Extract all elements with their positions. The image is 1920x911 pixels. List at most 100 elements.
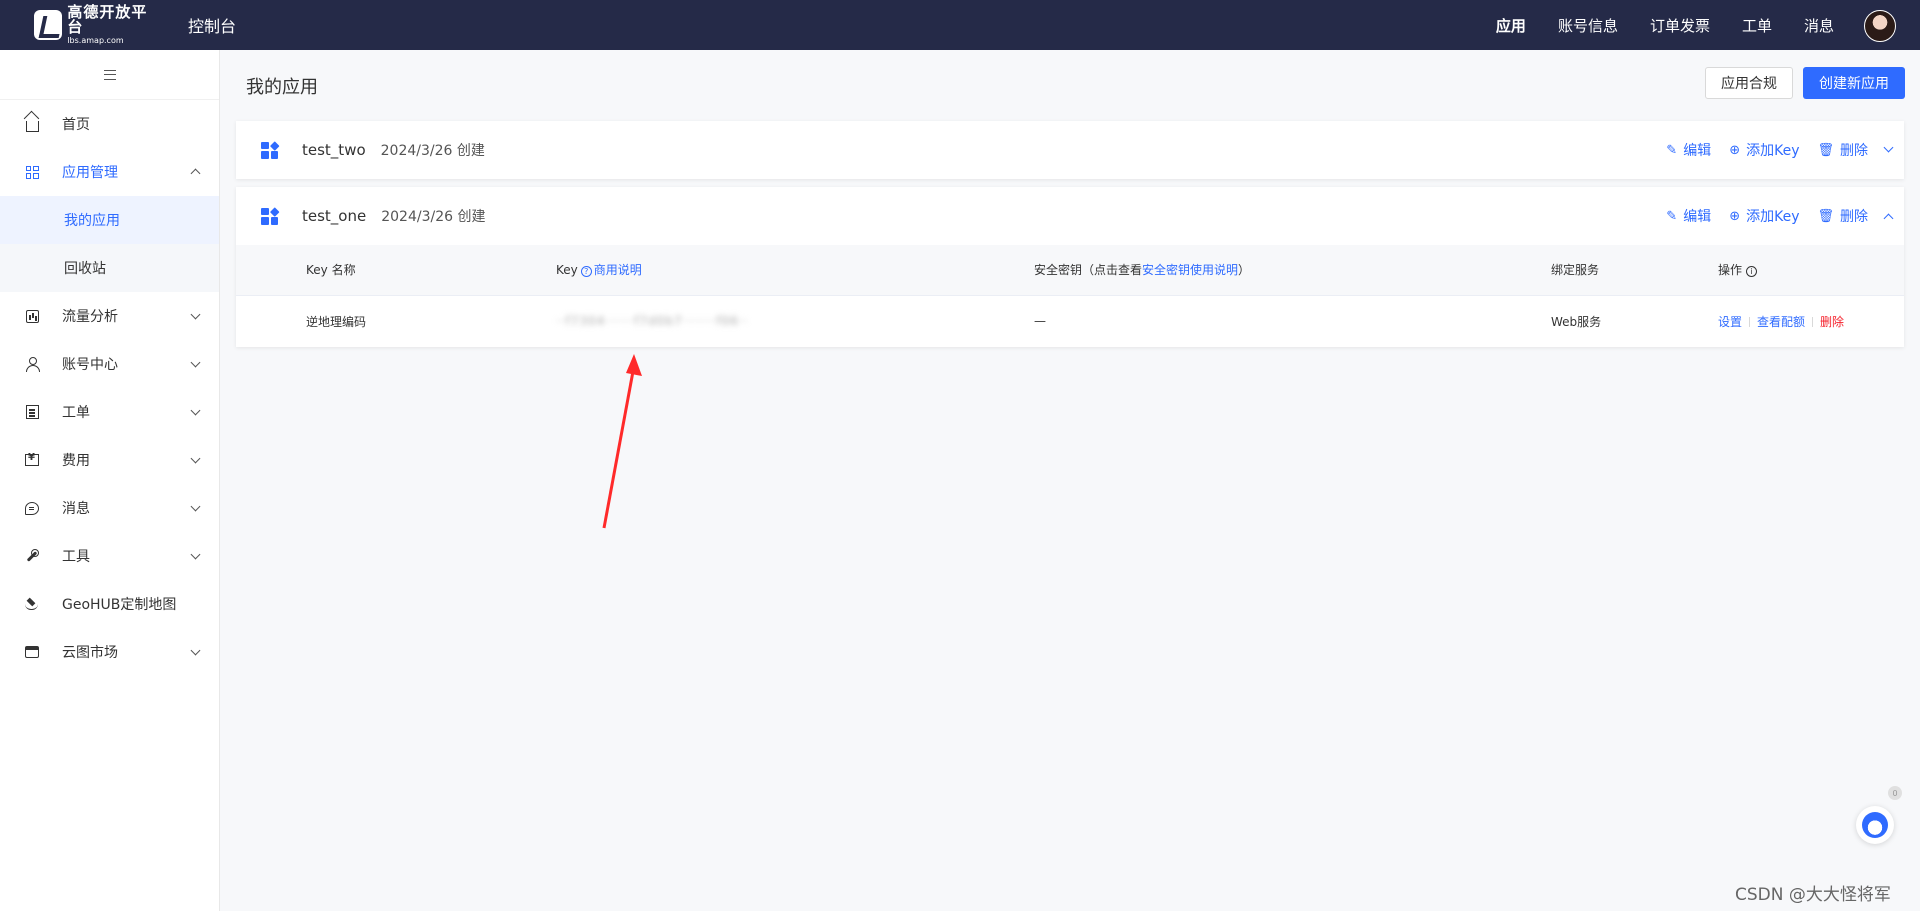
- trash-icon: 🗑: [1817, 208, 1834, 224]
- th-key-label: Key: [556, 263, 578, 278]
- sidebar-item-label: 流量分析: [62, 309, 118, 325]
- top-nav-messages[interactable]: 消息: [1804, 15, 1834, 36]
- sidebar-subitem-my-apps[interactable]: 我的应用: [0, 196, 219, 244]
- sidebar-item-label: 应用管理: [62, 165, 118, 181]
- chevron-down-icon: [190, 549, 201, 560]
- arrow-head: [626, 354, 642, 376]
- app-actions: ✎ 编辑 ⊕ 添加Key 🗑 删除: [1648, 187, 1868, 245]
- user-avatar[interactable]: [1864, 10, 1896, 42]
- create-app-button[interactable]: 创建新应用: [1803, 67, 1905, 99]
- sidebar-item-messages[interactable]: 消息: [0, 484, 219, 532]
- settings-link[interactable]: 设置: [1718, 315, 1742, 329]
- sidebar-item-fees[interactable]: 费用: [0, 436, 219, 484]
- info-icon[interactable]: i: [1746, 266, 1758, 278]
- sidebar-item-label: GeoHUB定制地图: [62, 597, 177, 613]
- edit-app-button[interactable]: ✎ 编辑: [1666, 140, 1711, 160]
- sidebar-item-label: 账号中心: [62, 357, 118, 373]
- app-icon: [261, 140, 279, 159]
- app-name: test_one: [302, 207, 367, 225]
- sidebar-item-app-management[interactable]: 应用管理: [0, 148, 219, 196]
- th-secret-suffix: ）: [1238, 263, 1251, 278]
- add-key-label: 添加Key: [1746, 209, 1800, 225]
- app-card-header[interactable]: test_one 2024/3/26 创建 ✎ 编辑 ⊕ 添加Key 🗑 删除: [236, 187, 1904, 245]
- edit-icon: ✎: [1666, 142, 1678, 158]
- plus-circle-icon: ⊕: [1729, 142, 1741, 158]
- sidebar-item-traffic-analysis[interactable]: 流量分析: [0, 292, 219, 340]
- top-navigation-bar: 高德开放平台 lbs.amap.com 控制台 应用 账号信息 订单发票 工单 …: [0, 0, 1920, 50]
- amap-logo[interactable]: 高德开放平台 lbs.amap.com: [34, 3, 158, 45]
- commercial-terms-link[interactable]: 商用说明: [594, 263, 642, 277]
- sidebar-item-label: 首页: [62, 117, 90, 133]
- assistant-bot-button[interactable]: [1856, 806, 1894, 844]
- amap-logo-icon: [34, 10, 63, 40]
- console-title[interactable]: 控制台: [188, 13, 236, 37]
- sidebar-item-geohub[interactable]: GeoHUB定制地图: [0, 580, 219, 628]
- logo-url: lbs.amap.com: [67, 36, 124, 45]
- delete-label: 删除: [1840, 209, 1868, 225]
- delete-key-link[interactable]: 删除: [1820, 315, 1844, 329]
- assistant-badge: 0: [1888, 786, 1902, 800]
- edit-app-button[interactable]: ✎ 编辑: [1666, 206, 1711, 226]
- top-nav-tickets[interactable]: 工单: [1742, 15, 1772, 36]
- chevron-down-icon: [190, 501, 201, 512]
- top-nav-orders-invoices[interactable]: 订单发票: [1650, 15, 1710, 36]
- th-operations: 操作 i: [1718, 245, 1904, 296]
- sidebar-item-home[interactable]: 首页: [0, 100, 219, 148]
- sidebar-item-tickets[interactable]: 工单: [0, 388, 219, 436]
- sidebar-collapse-button[interactable]: [0, 50, 219, 100]
- tool-icon: [25, 549, 39, 563]
- app-icon: [261, 206, 279, 225]
- key-table: Key 名称 Key? 商用说明 安全密钥（点击查看安全密钥使用说明） 绑定服务 …: [236, 245, 1904, 347]
- sidebar-item-label: 消息: [62, 501, 90, 517]
- top-nav-apps[interactable]: 应用: [1496, 15, 1526, 36]
- divider: [1812, 317, 1814, 328]
- th-ops-label: 操作: [1718, 263, 1743, 278]
- security-secret-guide-link[interactable]: 安全密钥使用说明: [1142, 263, 1238, 277]
- edit-icon: ✎: [1666, 208, 1678, 224]
- sidebar-item-label: 云图市场: [62, 645, 118, 661]
- sidebar-subitem-recycle-bin[interactable]: 回收站: [0, 244, 219, 292]
- cell-key-value[interactable]: ··f7304······f7d0b7·······f06··: [556, 314, 748, 328]
- chevron-down-icon: [190, 453, 201, 464]
- sidebar-item-account-center[interactable]: 账号中心: [0, 340, 219, 388]
- user-icon: [25, 357, 40, 372]
- expand-chevron-down-icon[interactable]: [1883, 142, 1894, 153]
- collapse-chevron-up-icon[interactable]: [1883, 213, 1894, 224]
- chevron-down-icon: [190, 645, 201, 656]
- delete-app-button[interactable]: 🗑 删除: [1817, 140, 1868, 160]
- fee-icon: [25, 452, 39, 466]
- sidebar-item-tools[interactable]: 工具: [0, 532, 219, 580]
- app-card-header[interactable]: test_two 2024/3/26 创建 ✎ 编辑 ⊕ 添加Key 🗑 删除: [236, 121, 1904, 179]
- logo-text: 高德开放平台: [67, 3, 148, 36]
- th-key-name: Key 名称: [236, 245, 556, 296]
- chevron-down-icon: [190, 309, 201, 320]
- layers-icon: [25, 598, 39, 610]
- th-key: Key? 商用说明: [556, 245, 1034, 296]
- th-secret-label: 安全密钥（点击查看: [1034, 263, 1143, 278]
- store-icon: [25, 646, 39, 658]
- main-content: 我的应用 应用合规 创建新应用 test_two 2024/3/26 创建 ✎ 编…: [221, 50, 1920, 911]
- sidebar-item-cloud-market[interactable]: 云图市场: [0, 628, 219, 676]
- arrow-shaft: [602, 365, 636, 529]
- message-icon: [25, 501, 39, 515]
- view-quota-link[interactable]: 查看配额: [1757, 315, 1805, 329]
- app-card-test-one: test_one 2024/3/26 创建 ✎ 编辑 ⊕ 添加Key 🗑 删除 Key…: [236, 187, 1904, 347]
- th-bound-service: 绑定服务: [1551, 245, 1718, 296]
- page-title: 我的应用: [246, 77, 318, 98]
- app-created-date: 2024/3/26 创建: [380, 143, 485, 159]
- delete-app-button[interactable]: 🗑 删除: [1817, 206, 1868, 226]
- cell-bound-service: Web服务: [1551, 314, 1602, 329]
- add-key-button[interactable]: ⊕ 添加Key: [1729, 206, 1799, 226]
- table-row: 逆地理编码 ··f7304······f7d0b7·······f06·· — …: [236, 295, 1904, 347]
- chevron-up-icon: [190, 168, 201, 179]
- app-compliance-button[interactable]: 应用合规: [1705, 67, 1793, 99]
- trash-icon: 🗑: [1817, 142, 1834, 158]
- add-key-button[interactable]: ⊕ 添加Key: [1729, 140, 1799, 160]
- ticket-icon: [25, 405, 39, 419]
- chart-icon: [25, 309, 39, 323]
- sidebar-item-label: 费用: [62, 453, 90, 469]
- top-nav-account-info[interactable]: 账号信息: [1558, 15, 1618, 36]
- chevron-down-icon: [190, 357, 201, 368]
- app-grid-icon: [25, 165, 39, 179]
- plus-circle-icon: ⊕: [1729, 208, 1741, 224]
